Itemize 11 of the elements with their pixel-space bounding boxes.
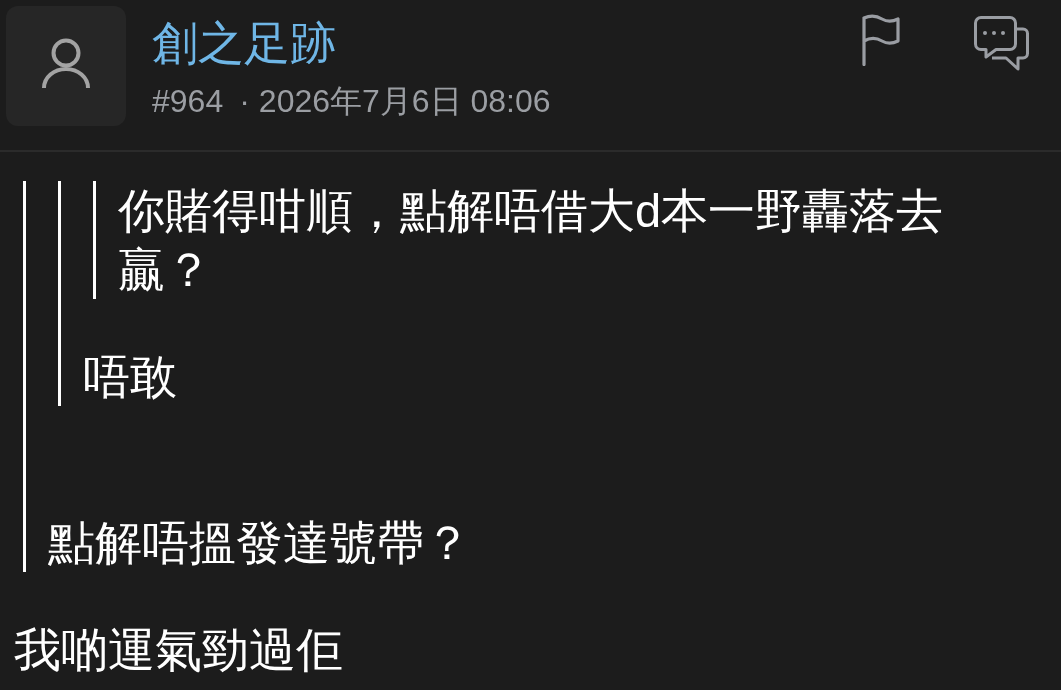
separator-dot: · bbox=[239, 82, 250, 121]
user-avatar-icon bbox=[6, 6, 126, 126]
post-number: #964 bbox=[152, 82, 224, 121]
post-text: 我啲運氣勁過佢 bbox=[14, 622, 344, 678]
quoted-text: 你賭得咁順，點解唔借大d本一野轟落去贏？ bbox=[118, 183, 945, 298]
quoted-text: 點解唔搵發達號帶？ bbox=[48, 515, 472, 571]
quoted-text: 唔敢 bbox=[83, 349, 178, 405]
flag-icon[interactable] bbox=[861, 14, 901, 66]
chat-bubbles-icon[interactable] bbox=[974, 16, 1029, 71]
username-link[interactable]: 創之足跡 bbox=[152, 14, 336, 72]
post-timestamp: 2026年7月6日 08:06 bbox=[258, 82, 551, 121]
